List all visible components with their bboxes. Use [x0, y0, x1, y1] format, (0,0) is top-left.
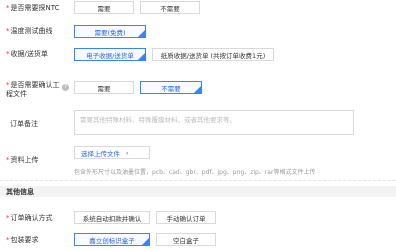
upload-button-label: 选择上传文件: [81, 149, 120, 158]
order-confirm-option-auto[interactable]: 系统自动扣款并确认: [74, 211, 150, 224]
upload-hint: 包含外形尺寸以及油墨位置，pcb、cad、gbr、pdf、jpg、png、zip…: [74, 169, 316, 176]
other-info-title: 其他信息: [6, 188, 34, 196]
temp-curve-label: *温度测试曲线: [6, 27, 53, 35]
other-info-section: 其他信息: [0, 186, 396, 197]
packaging-label: *包装要求: [6, 236, 39, 244]
ntc-label: *是否需要探NTC: [6, 4, 60, 12]
confirm-process-option-need[interactable]: 需要: [74, 81, 134, 94]
upload-label: *资料上传: [6, 156, 39, 164]
required-star: *: [6, 156, 10, 164]
ntc-option-need[interactable]: 需要: [74, 1, 134, 14]
required-star: *: [6, 81, 10, 89]
section-divider: [0, 180, 396, 181]
order-confirm-label: *订单确认方式: [6, 214, 53, 222]
invoice-option-electronic[interactable]: 电子收据/送货单: [74, 48, 146, 61]
required-star: *: [6, 236, 10, 244]
required-star: *: [6, 214, 10, 222]
ntc-option-no-need[interactable]: 不需要: [140, 1, 200, 14]
order-confirm-option-manual[interactable]: 手动确认订单: [156, 211, 216, 224]
packaging-option-jlc-box[interactable]: 嘉立创标识盒子: [74, 233, 150, 246]
required-star: *: [6, 27, 10, 35]
invoice-option-paper[interactable]: 纸质收据/送货单 (共按订单收费1元): [152, 48, 274, 61]
chevron-right-icon: ›: [126, 148, 129, 157]
required-star: *: [6, 50, 10, 58]
upload-button[interactable]: 选择上传文件 ›: [74, 146, 150, 159]
confirm-process-label: *是否需要确认工 程文件: [6, 81, 60, 98]
help-icon[interactable]: ?: [62, 84, 69, 91]
order-note-textarea[interactable]: 需要其他特殊材料、特殊覆膜材料，或者其他要求等。: [74, 110, 354, 135]
temp-curve-option-need-free[interactable]: 需要(免费): [74, 25, 146, 38]
required-star: *: [6, 4, 10, 12]
invoice-label: *收据/送货单: [6, 50, 48, 58]
packaging-option-blank-box[interactable]: 空白盒子: [156, 233, 216, 246]
order-note-label: 订单备注: [10, 120, 38, 128]
confirm-process-option-no-need[interactable]: 不需要: [140, 81, 202, 94]
